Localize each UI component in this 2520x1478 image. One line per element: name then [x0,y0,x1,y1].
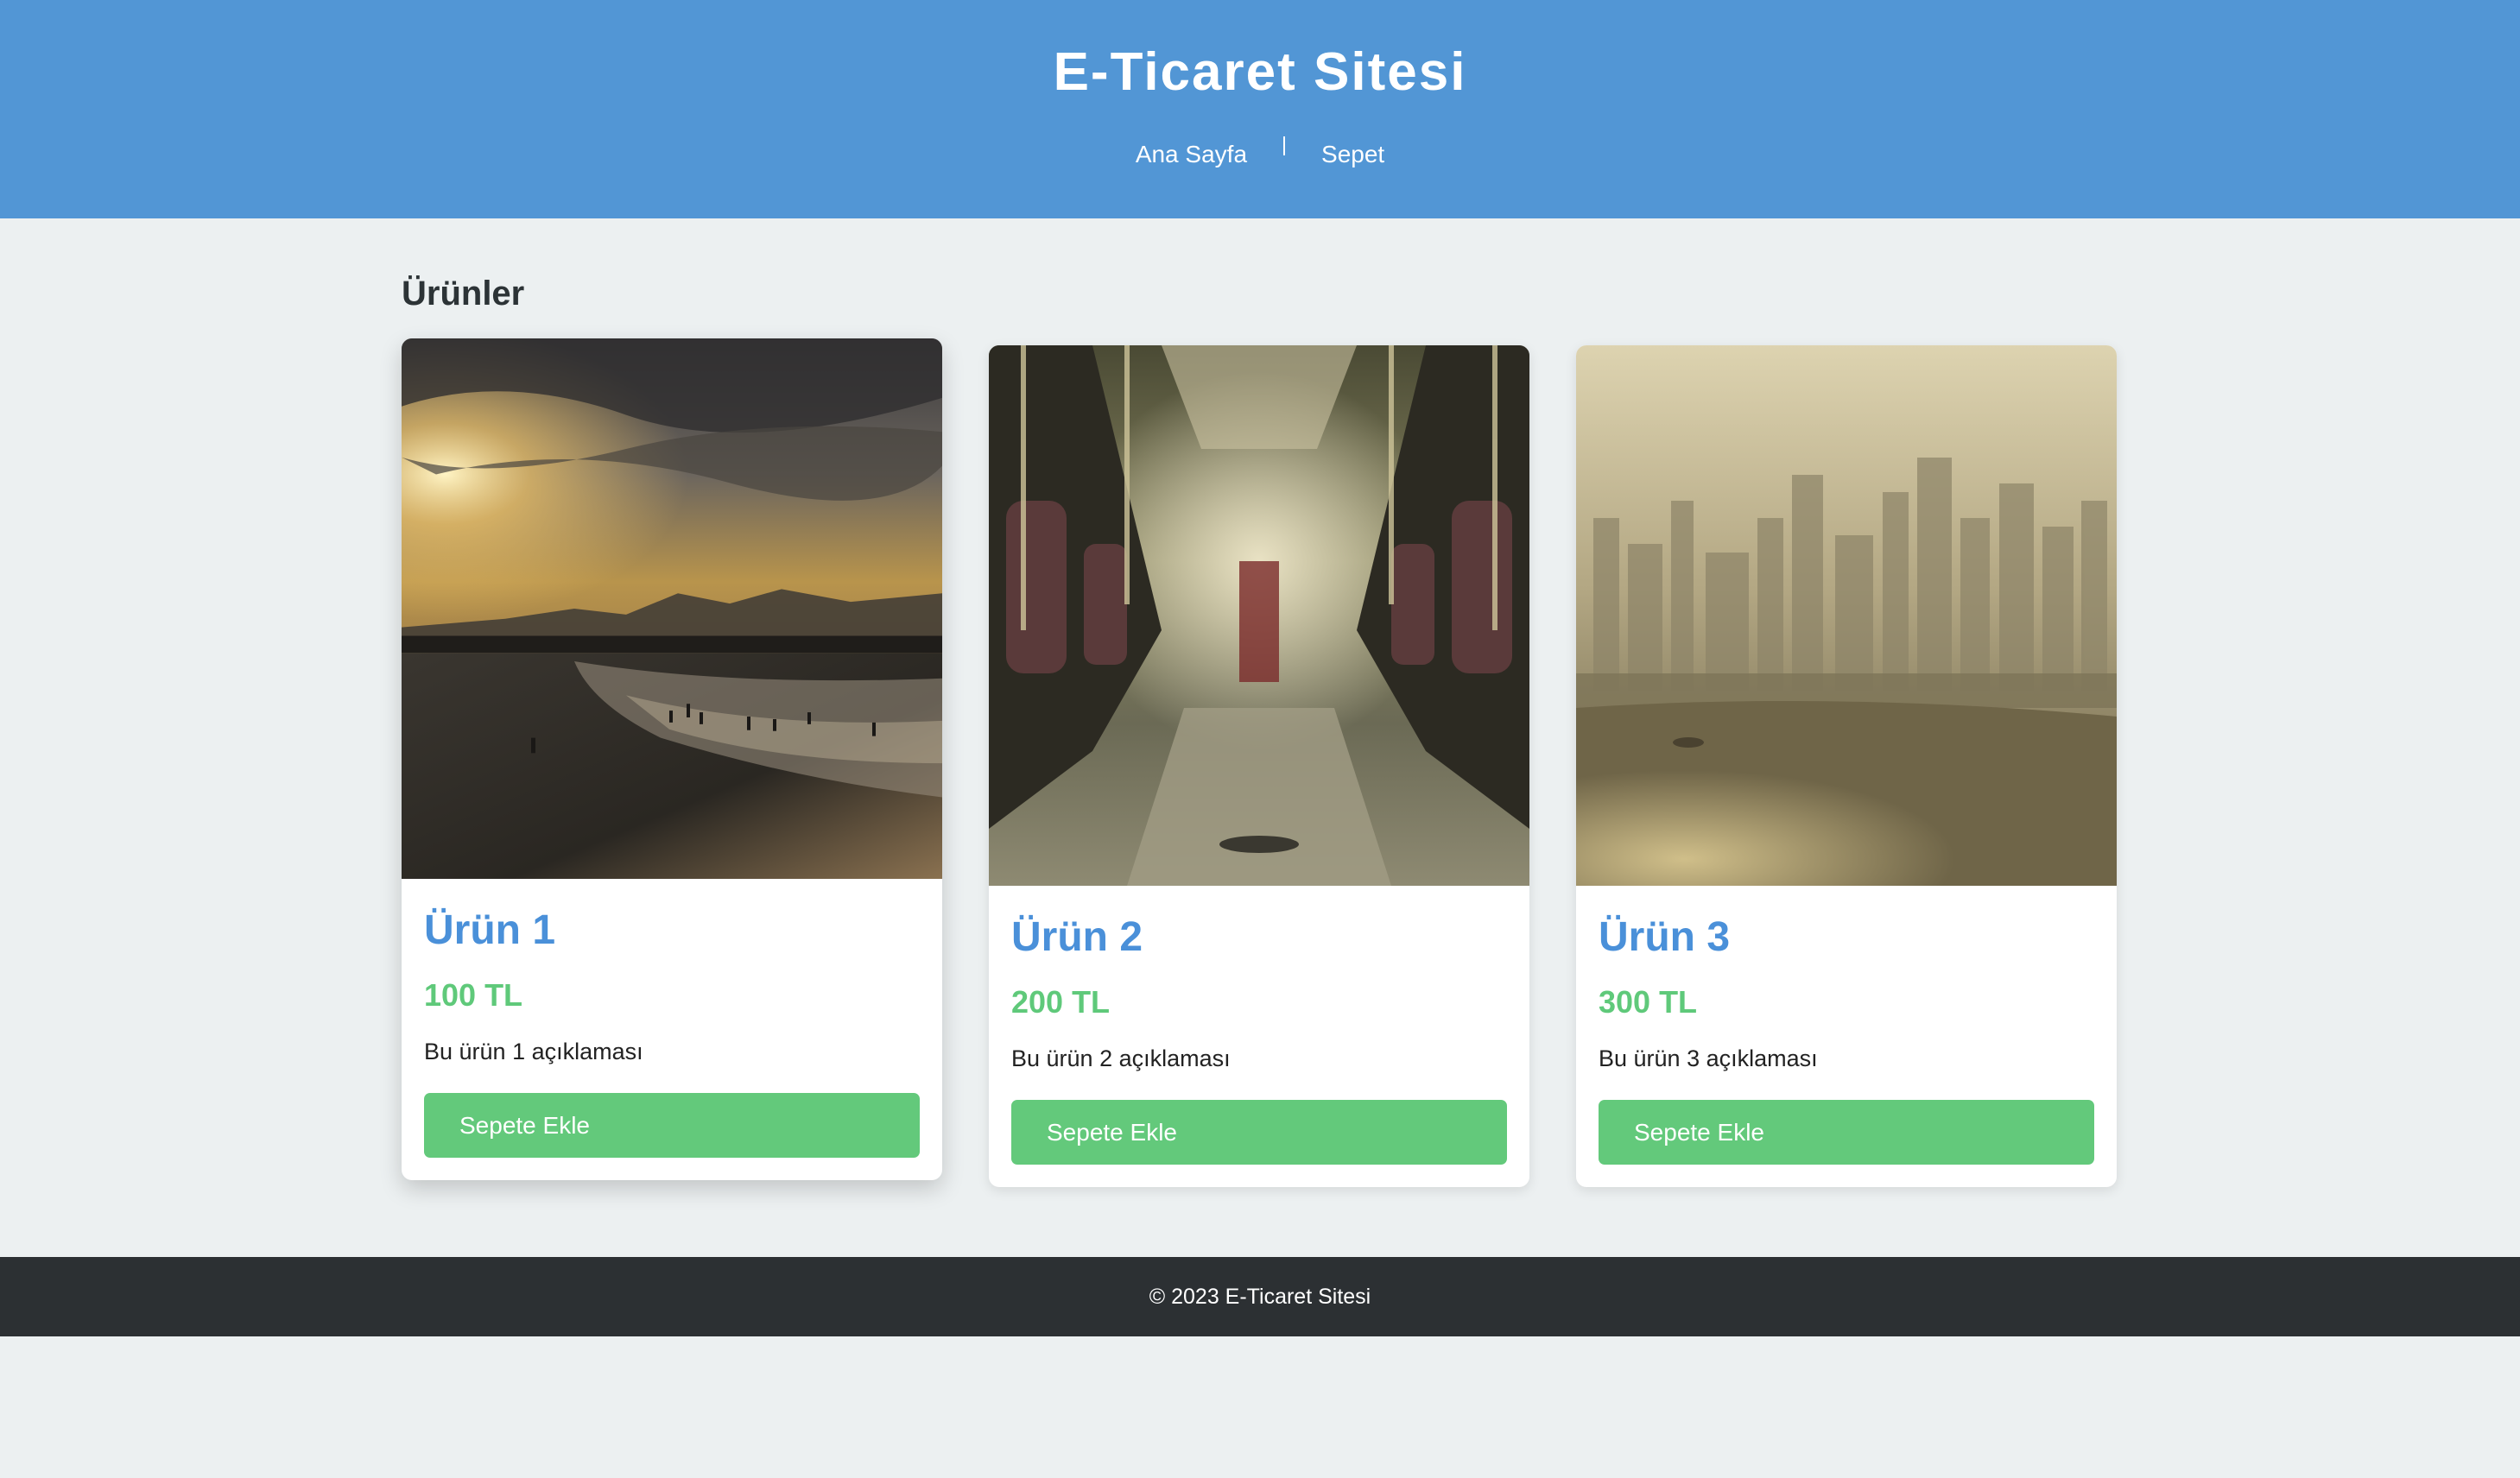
product-image-bus-interior [989,345,1529,886]
add-to-cart-button[interactable]: Sepete Ekle [1011,1100,1507,1165]
product-price: 100 TL [424,977,523,1013]
product-card: Ürün 2 200 TL Bu ürün 2 açıklaması Sepet… [989,345,1529,1187]
nav-link-cart[interactable]: Sepet [1321,141,1384,168]
products-heading: Ürünler [402,275,525,313]
product-price: 300 TL [1599,984,1698,1020]
product-image-hazy-city [1576,345,2117,886]
footer-copyright: © 2023 E-Ticaret Sitesi [1149,1284,1371,1309]
add-to-cart-button[interactable]: Sepete Ekle [424,1093,920,1158]
product-card: Ürün 3 300 TL Bu ürün 3 açıklaması Sepet… [1576,345,2117,1187]
product-description: Bu ürün 1 açıklaması [424,1039,643,1064]
product-card-body: Ürün 1 100 TL Bu ürün 1 açıklaması Sepet… [402,879,942,1180]
product-card-body: Ürün 2 200 TL Bu ürün 2 açıklaması Sepet… [989,886,1529,1187]
site-title: E-Ticaret Sitesi [1053,42,1467,102]
product-image-beach-sunset [402,338,942,879]
nav-separator [1283,136,1286,155]
product-description: Bu ürün 3 açıklaması [1599,1045,1818,1071]
add-to-cart-button[interactable]: Sepete Ekle [1599,1100,2094,1165]
site-header: E-Ticaret Sitesi Ana Sayfa Sepet [0,0,2520,218]
nav-link-home[interactable]: Ana Sayfa [1136,141,1247,168]
product-name: Ürün 2 [1011,914,1143,960]
main-nav: Ana Sayfa Sepet [0,133,2520,176]
product-card: Ürün 1 100 TL Bu ürün 1 açıklaması Sepet… [402,338,942,1180]
product-card-body: Ürün 3 300 TL Bu ürün 3 açıklaması Sepet… [1576,886,2117,1187]
product-name: Ürün 1 [424,907,556,953]
product-price: 200 TL [1011,984,1111,1020]
product-description: Bu ürün 2 açıklaması [1011,1045,1231,1071]
site-footer: © 2023 E-Ticaret Sitesi [0,1257,2520,1336]
product-name: Ürün 3 [1599,914,1731,960]
